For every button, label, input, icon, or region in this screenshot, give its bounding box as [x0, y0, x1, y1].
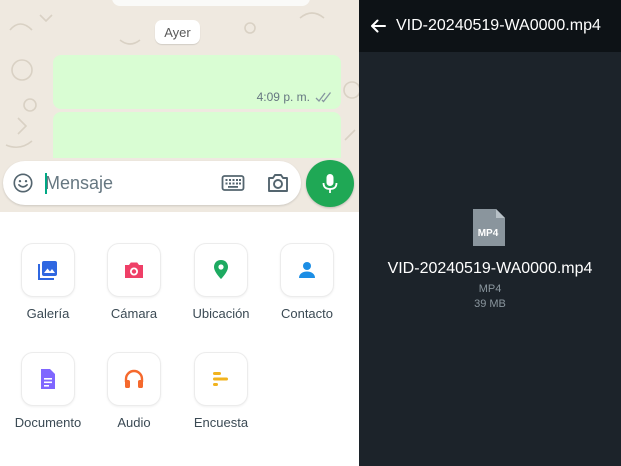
attach-label: Contacto	[280, 306, 334, 321]
file-viewer-panel: VID-20240519-WA0000.mp4 MP4 VID-20240519…	[359, 0, 621, 466]
text-caret	[45, 173, 47, 194]
attach-poll-button[interactable]: Encuesta	[176, 352, 266, 430]
poll-icon	[213, 372, 228, 386]
attach-label: Documento	[14, 415, 82, 430]
attach-gallery-button[interactable]: Galería	[3, 243, 93, 321]
message-input[interactable]	[45, 169, 210, 197]
file-icon-label: MP4	[478, 228, 499, 239]
attach-tile	[194, 352, 248, 406]
camera-icon[interactable]	[265, 170, 291, 196]
attach-label: Galería	[26, 306, 70, 321]
attach-tile	[194, 243, 248, 297]
attach-tile	[107, 243, 161, 297]
viewer-title: VID-20240519-WA0000.mp4	[396, 17, 601, 34]
contact-icon	[299, 262, 315, 278]
attach-label: Audio	[117, 415, 151, 430]
file-size: 39 MB	[474, 298, 506, 310]
attach-label: Ubicación	[192, 306, 250, 321]
outgoing-message-bubble[interactable]	[53, 112, 341, 158]
mic-icon	[322, 173, 338, 193]
document-icon	[41, 369, 55, 389]
camera-icon	[125, 262, 143, 278]
attach-label: Cámara	[110, 306, 158, 321]
attach-camera-button[interactable]: Cámara	[89, 243, 179, 321]
attach-document-button[interactable]: Documento	[3, 352, 93, 430]
message-composer	[3, 161, 301, 205]
attach-tile	[21, 352, 75, 406]
attach-contact-button[interactable]: Contacto	[262, 243, 352, 321]
previous-message-bubble	[112, 0, 310, 6]
viewer-header: VID-20240519-WA0000.mp4	[359, 0, 621, 52]
file-name: VID-20240519-WA0000.mp4	[387, 260, 593, 277]
attach-location-button[interactable]: Ubicación	[176, 243, 266, 321]
emoji-icon[interactable]	[12, 172, 34, 194]
file-icon: MP4	[473, 209, 505, 246]
outgoing-message-bubble[interactable]: 4:09 p. m.	[53, 55, 341, 109]
message-time: 4:09 p. m.	[256, 90, 310, 104]
date-chip: Ayer	[155, 20, 200, 44]
message-meta: 4:09 p. m.	[257, 90, 333, 104]
attach-audio-button[interactable]: Audio	[89, 352, 179, 430]
attachment-menu: Galería Cámara Ubicación Contacto Docume…	[0, 212, 359, 466]
location-icon	[214, 260, 228, 279]
attach-tile	[280, 243, 334, 297]
voice-message-button[interactable]	[306, 160, 354, 207]
back-arrow-icon[interactable]	[368, 16, 388, 36]
attach-tile	[107, 352, 161, 406]
headphones-icon	[124, 369, 144, 388]
attach-label: Encuesta	[193, 415, 249, 430]
gallery-icon	[38, 261, 57, 280]
keyboard-icon[interactable]	[221, 172, 245, 194]
file-type: MP4	[478, 283, 502, 295]
double-check-read-icon	[315, 91, 332, 102]
chat-panel: Ayer 4:09 p. m. Mensaje Galería Cámara U…	[0, 0, 359, 466]
attach-tile	[21, 243, 75, 297]
